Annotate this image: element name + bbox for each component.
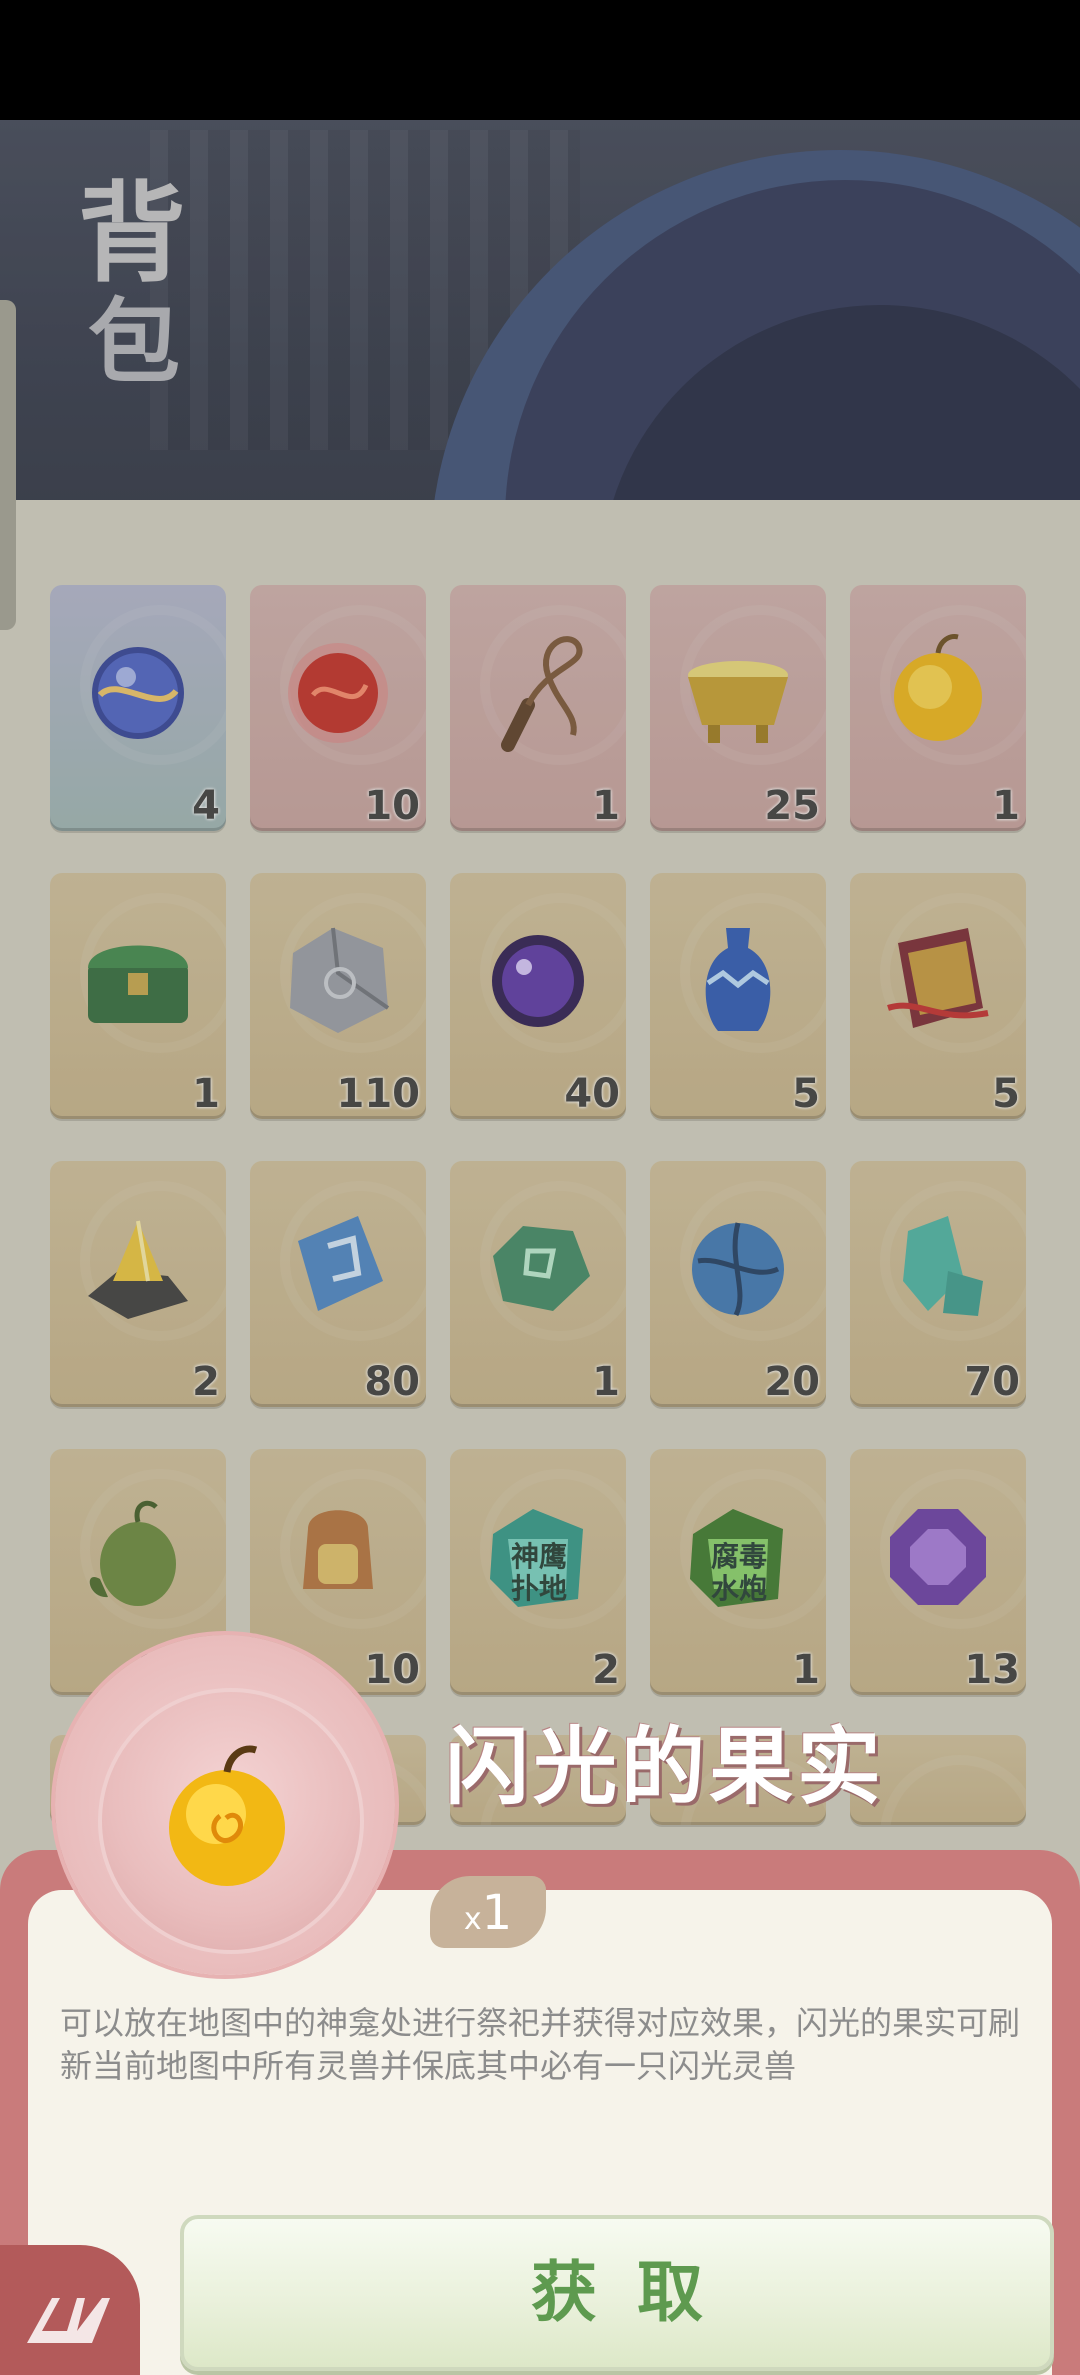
get-button-label: 获取 [531, 2254, 743, 2331]
inventory-slot[interactable]: 1 [450, 1161, 626, 1407]
item-count: 2 [592, 1647, 620, 1693]
inventory-slot[interactable]: 2 神鹰扑地 [450, 1449, 626, 1695]
item-count: 40 [564, 1071, 620, 1117]
item-count: 1 [592, 783, 620, 829]
quantity-value: 1 [481, 1885, 513, 1941]
inventory-slot[interactable]: 40 [450, 873, 626, 1119]
green-rune-stone-icon [493, 1226, 590, 1311]
item-count: 10 [364, 783, 420, 829]
green-seed-icon [89, 1500, 176, 1606]
gold-crystal-icon [88, 1220, 188, 1319]
inventory-slot[interactable]: 110 [250, 873, 426, 1119]
inventory-slot[interactable]: 80 [250, 1161, 426, 1407]
item-count: 70 [964, 1359, 1020, 1405]
item-count: 25 [764, 783, 820, 829]
get-button[interactable]: 获取 [180, 2215, 1054, 2371]
inventory-slot[interactable]: 5 [650, 873, 826, 1119]
golden-fruit-icon [169, 1745, 285, 1886]
inventory-slot[interactable]: 10 [250, 585, 426, 831]
item-count: 1 [592, 1359, 620, 1405]
inventory-slot[interactable]: 70 [850, 1161, 1026, 1407]
item-count: 13 [964, 1647, 1020, 1693]
gold-incense-burner-icon [688, 661, 788, 743]
inventory-slot[interactable]: 1 腐毒水炮 [650, 1449, 826, 1695]
green-treasure-chest-icon [88, 945, 188, 1023]
bronze-amulet-icon [303, 1510, 373, 1589]
blue-orb-icon [92, 647, 184, 739]
item-count: 1 [192, 1071, 220, 1117]
corner-menu-button[interactable] [0, 2245, 140, 2375]
blue-vase-icon [705, 928, 771, 1031]
item-count: 80 [364, 1359, 420, 1405]
item-count: 1 [992, 783, 1020, 829]
inventory-slot[interactable]: 20 [650, 1161, 826, 1407]
teal-crystal-icon [903, 1216, 983, 1316]
page-title-line2: 包 [88, 288, 181, 396]
inventory-slot[interactable]: 25 [650, 585, 826, 831]
inventory-slot[interactable]: 4 [50, 585, 226, 831]
status-bar [0, 0, 1080, 120]
item-count: 20 [764, 1359, 820, 1405]
side-drawer-handle[interactable] [0, 300, 16, 630]
item-count: 4 [192, 783, 220, 829]
game-screen: 背 包 4 10 1 25 1 1 110 40 5 5 2 80 1 20 7… [0, 0, 1080, 2375]
skill-stone-label: 腐毒水炮 [710, 1540, 767, 1605]
whip-icon [501, 636, 583, 752]
blue-rune-tile-icon [298, 1216, 383, 1311]
golden-fruit-icon [894, 634, 982, 741]
purple-octagon-gem-icon [890, 1509, 986, 1605]
claw-icon [27, 2298, 110, 2343]
item-count: 10 [364, 1647, 420, 1693]
page-title-line1: 背 [78, 171, 187, 297]
item-description: 可以放在地图中的神龛处进行祭祀并获得对应效果，闪光的果实可刷新当前地图中所有灵兽… [60, 2004, 1021, 2085]
inventory-slot[interactable]: 5 [850, 873, 1026, 1119]
item-count: 1 [792, 1647, 820, 1693]
skill-stone-label: 神鹰扑地 [510, 1540, 567, 1605]
stone-block-icon [290, 927, 390, 1033]
inventory-slot[interactable]: 1 [450, 585, 626, 831]
item-name: 闪光的果实 [445, 1718, 886, 1816]
inventory-header: 背 包 [0, 120, 1080, 540]
quantity-prefix: x [463, 1902, 482, 1937]
item-frame-inner [98, 1688, 364, 1954]
purple-orb-icon [492, 935, 584, 1027]
inventory-slot[interactable]: 1 [50, 873, 226, 1119]
inventory-slot[interactable]: 13 [850, 1449, 1026, 1695]
item-count: 5 [992, 1071, 1020, 1117]
item-count: 110 [336, 1071, 421, 1117]
cracked-blue-orb-icon [692, 1222, 784, 1317]
red-orb-icon [288, 643, 388, 743]
item-count: 5 [792, 1071, 820, 1117]
inventory-slot[interactable]: 1 [850, 585, 1026, 831]
spell-book-icon [887, 928, 989, 1028]
item-count: 2 [192, 1359, 220, 1405]
inventory-slot[interactable]: 2 [50, 1161, 226, 1407]
page-title: 背 包 [78, 180, 186, 388]
item-quantity-badge: x1 [430, 1876, 546, 1948]
